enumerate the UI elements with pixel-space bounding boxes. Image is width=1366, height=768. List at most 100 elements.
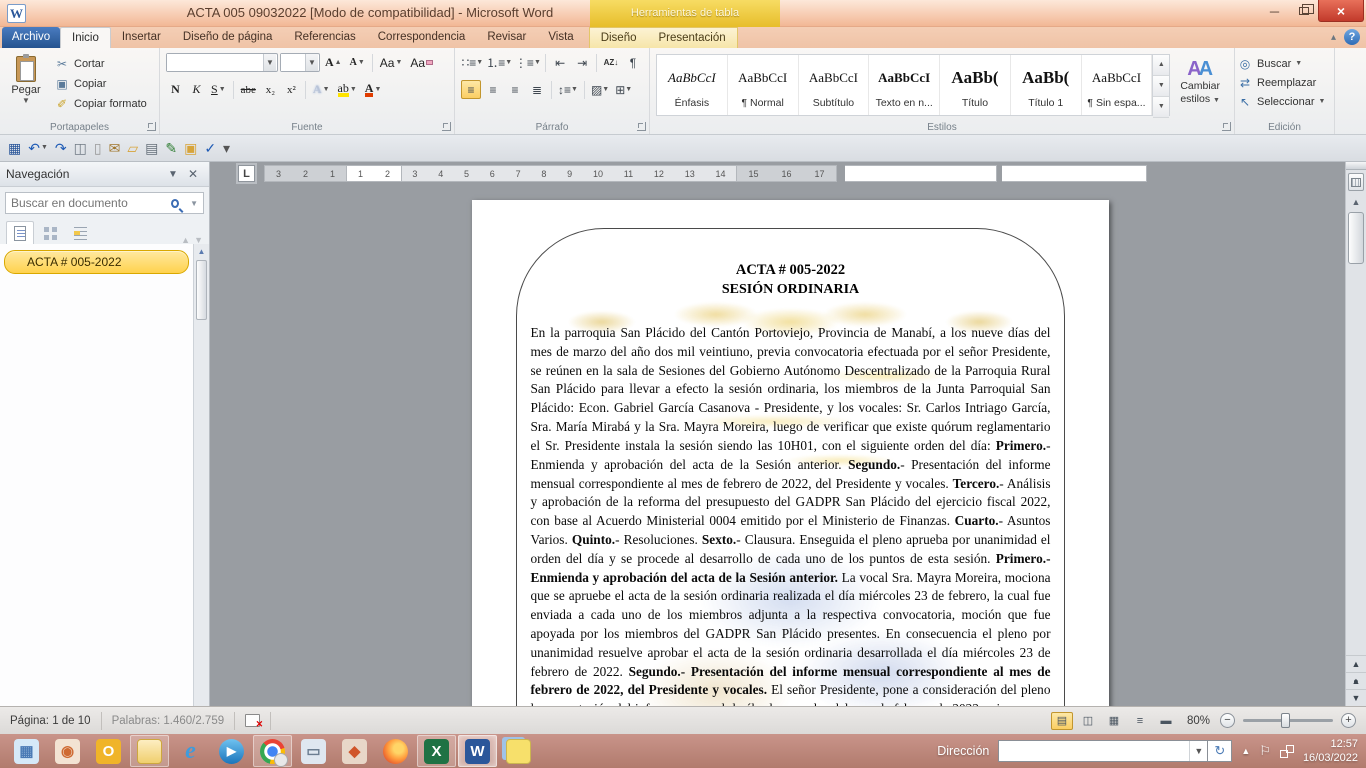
undo-icon[interactable]: ↶▼ — [28, 140, 48, 156]
zoom-slider[interactable] — [1243, 719, 1333, 722]
line-spacing-button[interactable]: ↕≡▼ — [556, 80, 580, 99]
address-combo[interactable]: ▼ — [998, 740, 1208, 762]
paint-icon[interactable]: ◉ — [48, 735, 87, 767]
split-handle[interactable] — [1346, 162, 1366, 170]
style-enfasis[interactable]: AaBbCcIÉnfasis — [657, 55, 728, 115]
text-effects-button[interactable]: A▼ — [310, 80, 333, 99]
excel-icon[interactable]: X — [417, 735, 456, 767]
font-name-combo[interactable]: ▼ — [166, 53, 278, 72]
find-button[interactable]: ◎Buscar▼ — [1237, 54, 1332, 73]
address-input[interactable] — [999, 741, 1189, 761]
tab-insertar[interactable]: Insertar — [111, 27, 172, 48]
tab-archivo[interactable]: Archivo — [2, 27, 60, 48]
previous-page-icon[interactable]: ▲▲ — [1346, 655, 1366, 672]
nav-tab-results[interactable] — [66, 221, 94, 245]
qat-more-icon[interactable]: ▾ — [223, 140, 230, 156]
collapse-ribbon-icon[interactable]: ▴ — [1331, 32, 1336, 43]
zoom-out-button[interactable]: − — [1220, 713, 1235, 728]
next-page-icon[interactable]: ▼▼ — [1346, 689, 1366, 706]
bullets-button[interactable]: ∷≡▼ — [461, 53, 484, 72]
font-color-button[interactable]: A▼ — [362, 80, 385, 99]
styles-dialog-launcher[interactable] — [1222, 122, 1231, 131]
shrink-font-button[interactable]: A▼ — [347, 53, 368, 72]
tab-inicio[interactable]: Inicio — [60, 27, 111, 48]
tab-diseno-de-pagina[interactable]: Diseño de página — [172, 27, 284, 48]
address-go-icon[interactable]: ↻ — [1208, 740, 1232, 762]
search-input[interactable] — [6, 196, 171, 210]
word-app-icon[interactable]: W — [7, 4, 26, 23]
highlight-color-button[interactable]: ab▼ — [335, 80, 360, 99]
quick-edit-icon[interactable]: ✎ — [165, 140, 177, 156]
document-paragraph[interactable]: En la parroquia San Plácido del Cantón P… — [531, 324, 1051, 706]
decrease-indent-button[interactable]: ⇤ — [550, 53, 570, 72]
sticky-notes-icon[interactable] — [499, 735, 538, 767]
word-count-indicator[interactable]: Palabras: 1.460/2.759 — [102, 712, 236, 730]
print-preview-icon[interactable]: ◫ — [74, 140, 87, 156]
action-center-flag-icon[interactable]: ⚐ — [1259, 743, 1271, 759]
redo-icon[interactable]: ↷ — [55, 140, 67, 156]
replace-button[interactable]: ⇄Reemplazar — [1237, 73, 1332, 92]
styles-scroll-down-icon[interactable]: ▼ — [1153, 76, 1169, 97]
style-titulo-1[interactable]: AaBb(Título 1 — [1011, 55, 1082, 115]
select-browse-object-icon[interactable]: ● — [1346, 672, 1366, 689]
justify-button[interactable]: ≣ — [527, 80, 547, 99]
nav-tab-pages[interactable] — [36, 221, 64, 245]
bold-button[interactable]: N — [166, 80, 185, 99]
show-hidden-icons[interactable]: ▲ — [1241, 746, 1250, 756]
scrollbar-thumb[interactable] — [1348, 212, 1364, 264]
firefox-icon[interactable] — [376, 735, 415, 767]
align-center-button[interactable]: ≡ — [483, 80, 503, 99]
styles-scroll-up-icon[interactable]: ▲ — [1153, 55, 1169, 76]
ruler-toggle-button[interactable] — [1348, 173, 1364, 191]
multilevel-list-button[interactable]: ⋮≡▼ — [515, 53, 542, 72]
shading-button[interactable]: ▨▼ — [589, 80, 611, 99]
tab-correspondencia[interactable]: Correspondencia — [367, 27, 477, 48]
subscript-button[interactable]: x₂ — [261, 80, 280, 99]
tab-revisar[interactable]: Revisar — [476, 27, 537, 48]
tab-presentacion-tabla[interactable]: Presentación — [648, 28, 737, 49]
close-button[interactable]: × — [1318, 0, 1364, 22]
change-case-button[interactable]: Aa▼ — [377, 53, 406, 72]
format-painter-button[interactable]: ✐Copiar formato — [54, 94, 157, 114]
outline-view-button[interactable]: ≡ — [1129, 712, 1151, 730]
chrome-icon[interactable] — [253, 735, 292, 767]
print-layout-view-button[interactable]: ▤ — [1051, 712, 1073, 730]
file-explorer-icon[interactable] — [130, 735, 169, 767]
nav-tab-headings[interactable] — [6, 221, 34, 245]
scroll-up-icon[interactable]: ▲ — [1346, 194, 1366, 210]
font-size-combo[interactable]: ▼ — [280, 53, 320, 72]
paragraph-dialog-launcher[interactable] — [637, 122, 646, 131]
document-canvas[interactable]: ACTA # 005-2022 SESIÓN ORDINARIA En la p… — [210, 186, 1345, 706]
document-search-box[interactable]: ▼ — [5, 192, 204, 214]
sort-button[interactable]: AZ↓ — [601, 53, 621, 72]
minimize-button[interactable]: ─ — [1260, 0, 1289, 22]
spelling-grammar-icon[interactable]: ✓ — [204, 140, 216, 156]
change-styles-button[interactable]: AA Cambiar estilos ▼ — [1170, 54, 1230, 116]
font-dialog-launcher[interactable] — [442, 122, 451, 131]
proofing-status[interactable] — [235, 712, 271, 730]
media-player-icon[interactable]: ▶ — [212, 735, 251, 767]
zoom-level[interactable]: 80% — [1187, 715, 1210, 727]
print-icon[interactable]: ▤ — [145, 140, 158, 156]
numbering-button[interactable]: ⒈≡▼ — [486, 53, 513, 72]
draft-view-button[interactable]: ▬ — [1155, 712, 1177, 730]
calculator-icon[interactable]: ▦ — [7, 735, 46, 767]
network-icon[interactable] — [1280, 745, 1294, 757]
italic-button[interactable]: K — [187, 80, 206, 99]
show-marks-button[interactable]: ¶ — [623, 53, 643, 72]
tab-referencias[interactable]: Referencias — [283, 27, 366, 48]
internet-explorer-icon[interactable]: e — [171, 735, 210, 767]
full-screen-reading-button[interactable]: ◫ — [1077, 712, 1099, 730]
folder-settings-icon[interactable]: ▣ — [184, 140, 197, 156]
styles-more-icon[interactable]: ▼ — [1153, 97, 1169, 118]
style-texto-en-negrita[interactable]: AaBbCcITexto en n... — [869, 55, 940, 115]
clear-formatting-button[interactable]: Aa — [407, 53, 436, 72]
taskbar-clock[interactable]: 12:57 16/03/2022 — [1303, 737, 1358, 766]
save-icon[interactable]: ▦ — [8, 140, 21, 156]
align-right-button[interactable]: ≡ — [505, 80, 525, 99]
search-icon[interactable] — [171, 199, 179, 208]
envelope-icon[interactable]: ✉ — [109, 140, 121, 156]
tab-diseno-tabla[interactable]: Diseño — [590, 28, 648, 49]
burn-folder-icon[interactable]: ◆ — [335, 735, 374, 767]
style-subtitulo[interactable]: AaBbCcISubtítulo — [799, 55, 870, 115]
